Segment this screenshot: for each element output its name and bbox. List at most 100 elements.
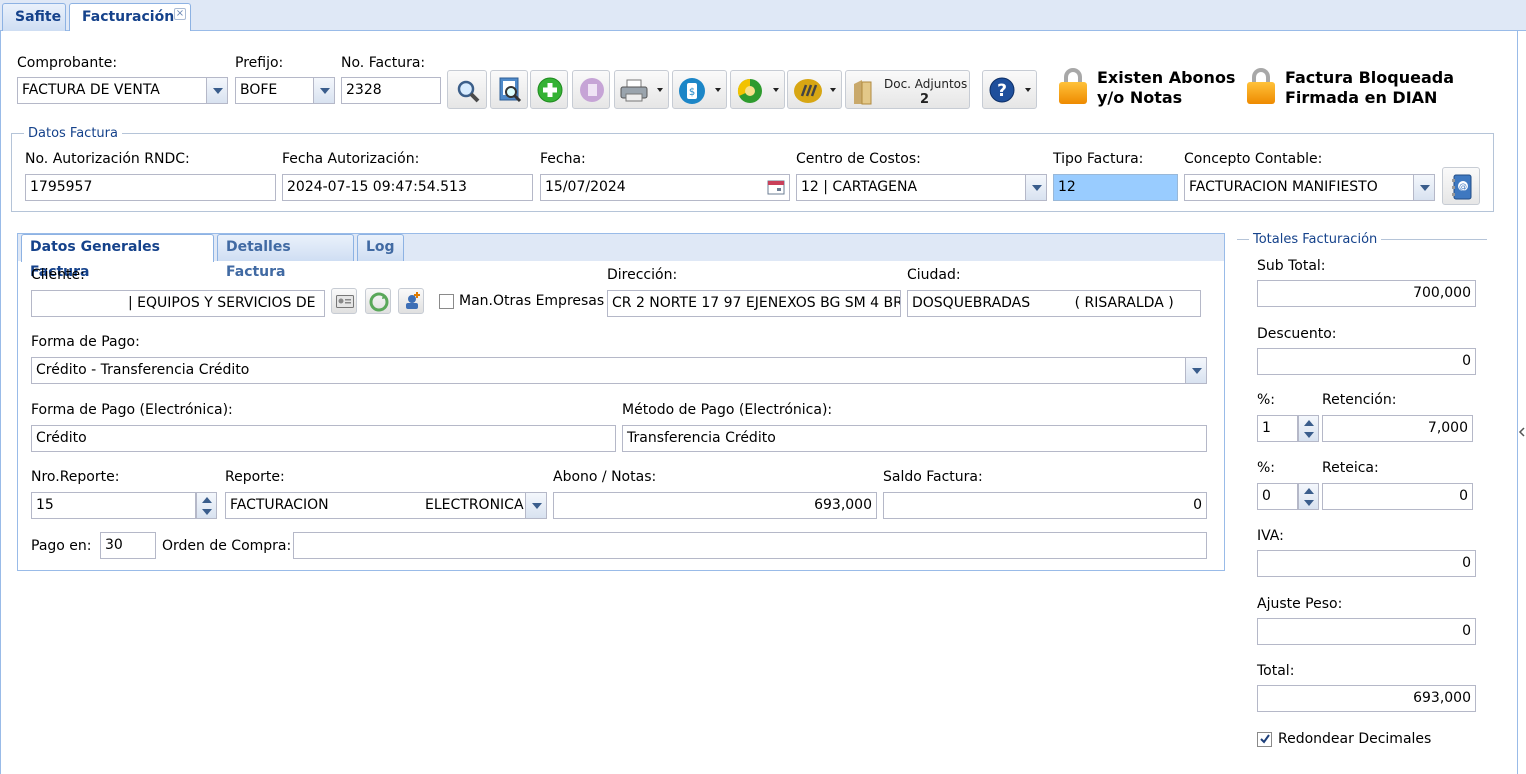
pdf-button[interactable]: [572, 70, 610, 109]
iva-label: IVA:: [1257, 528, 1284, 544]
fecha-input[interactable]: 15/07/2024: [540, 174, 790, 201]
chevron-down-icon[interactable]: [313, 78, 334, 103]
barcode-card-icon: [794, 79, 822, 103]
ciudad-input[interactable]: DOSQUEBRADAS ( RISARALDA ): [907, 290, 1201, 317]
spin-down-icon[interactable]: [1304, 432, 1314, 438]
search-button[interactable]: [447, 70, 487, 109]
abonos-notice: Existen Abonos y/o Notas: [1097, 68, 1235, 108]
collapse-handle[interactable]: [1518, 420, 1526, 444]
spin-down-icon[interactable]: [1304, 500, 1314, 506]
reporte-select[interactable]: FACTURACION ELECTRONICA: [225, 492, 547, 519]
reteica-input[interactable]: 0: [1322, 483, 1473, 510]
comprobante-select[interactable]: FACTURA DE VENTA: [17, 77, 228, 104]
direccion-input[interactable]: CR 2 NORTE 17 97 EJENEXOS BG SM 4 BRI: [607, 290, 901, 317]
tab-safite[interactable]: Safite: [2, 3, 66, 31]
spin-down-icon[interactable]: [202, 509, 212, 515]
saldo-factura-input[interactable]: 0: [883, 492, 1207, 519]
nro-reporte-input[interactable]: 15: [31, 492, 196, 519]
address-book-button[interactable]: @: [1442, 167, 1480, 205]
forma-pago-elec-label: Forma de Pago (Electrónica):: [31, 402, 233, 418]
abono-notas-input[interactable]: 693,000: [553, 492, 877, 519]
reteica-pct-input[interactable]: 0: [1257, 483, 1298, 510]
dropdown-arrow-icon: [830, 88, 836, 92]
add-user-icon: [406, 292, 420, 309]
billing-button[interactable]: $: [672, 70, 727, 109]
tab-label: Log: [366, 239, 395, 255]
reteica-pct-spinner[interactable]: [1298, 483, 1319, 510]
document-search-icon: [499, 77, 522, 103]
total-input[interactable]: 693,000: [1257, 685, 1476, 712]
bloqueada-notice: Factura Bloqueada Firmada en DIAN: [1285, 68, 1454, 108]
saldo-factura-label: Saldo Factura:: [883, 469, 983, 485]
retencion-pct-spinner[interactable]: [1298, 415, 1319, 442]
magnifier-icon: [457, 80, 480, 103]
close-tab-icon[interactable]: ×: [174, 8, 186, 20]
lock-icon: [1247, 68, 1275, 104]
tipo-factura-input[interactable]: 12: [1053, 174, 1178, 201]
refresh-client-button[interactable]: [365, 288, 391, 314]
address-book-icon: @: [1452, 174, 1472, 200]
descuento-label: Descuento:: [1257, 326, 1337, 342]
chevron-down-icon[interactable]: [1025, 175, 1046, 200]
fecha-label: Fecha:: [540, 151, 586, 167]
tab-detalles-factura[interactable]: Detalles Factura: [217, 234, 354, 280]
help-button[interactable]: ?: [982, 70, 1037, 109]
fecha-autorizacion-input[interactable]: 2024-07-15 09:47:54.513: [282, 174, 533, 201]
iva-input[interactable]: 0: [1257, 550, 1476, 577]
chevron-down-icon[interactable]: [1185, 358, 1206, 383]
man-otras-empresas-checkbox[interactable]: [439, 294, 454, 309]
ajuste-peso-label: Ajuste Peso:: [1257, 596, 1343, 612]
nofactura-input[interactable]: 2328: [341, 77, 441, 104]
ajuste-peso-input[interactable]: 0: [1257, 618, 1476, 645]
print-button[interactable]: [614, 70, 669, 109]
forma-pago-select[interactable]: Crédito - Transferencia Crédito: [31, 357, 1207, 384]
descuento-input[interactable]: 0: [1257, 348, 1476, 375]
redondear-label: Redondear Decimales: [1278, 731, 1432, 747]
chevron-down-icon[interactable]: [525, 493, 546, 518]
chevron-down-icon[interactable]: [206, 78, 227, 103]
tab-label: Safite: [15, 9, 62, 25]
nro-reporte-spinner[interactable]: [196, 492, 217, 519]
orden-compra-input[interactable]: [293, 532, 1207, 559]
bloqueada-line-2: Firmada en DIAN: [1285, 88, 1438, 107]
svg-text:@: @: [1459, 182, 1467, 191]
tab-datos-generales[interactable]: Datos Generales Factura: [21, 234, 214, 280]
concepto-contable-select[interactable]: FACTURACION MANIFIESTO: [1184, 174, 1435, 201]
spin-up-icon[interactable]: [202, 497, 212, 503]
report-chart-button[interactable]: [730, 70, 785, 109]
retencion-input[interactable]: 7,000: [1322, 415, 1473, 442]
retencion-pct-input[interactable]: 1: [1257, 415, 1298, 442]
money-bill-icon: $: [679, 78, 705, 104]
subtotal-input[interactable]: 700,000: [1257, 280, 1476, 307]
forma-pago-elec-input[interactable]: Crédito: [31, 425, 616, 452]
spin-up-icon[interactable]: [1304, 420, 1314, 426]
preview-button[interactable]: [490, 70, 528, 109]
tools-button[interactable]: [787, 70, 842, 109]
spin-up-icon[interactable]: [1304, 488, 1314, 494]
abonos-line-2: y/o Notas: [1097, 88, 1183, 107]
prefijo-label: Prefijo:: [235, 55, 284, 71]
tab-facturacion[interactable]: Facturación ×: [69, 3, 191, 32]
pago-en-input[interactable]: 30: [100, 532, 156, 559]
centro-costos-select[interactable]: 12 | CARTAGENA: [796, 174, 1047, 201]
chevron-down-icon[interactable]: [1413, 175, 1434, 200]
comprobante-value: FACTURA DE VENTA: [22, 82, 160, 98]
metodo-pago-input[interactable]: Transferencia Crédito: [622, 425, 1207, 452]
subtotal-label: Sub Total:: [1257, 258, 1326, 274]
reporte-value-b: ELECTRONICA: [425, 497, 524, 513]
add-button[interactable]: [530, 70, 568, 109]
calendar-icon[interactable]: [767, 179, 785, 195]
add-client-button[interactable]: [398, 288, 424, 314]
redondear-checkbox[interactable]: [1257, 732, 1272, 747]
client-card-button[interactable]: [331, 288, 357, 314]
retencion-label: Retención:: [1322, 392, 1397, 408]
cliente-input[interactable]: | EQUIPOS Y SERVICIOS DE: [31, 290, 325, 317]
checkmark-icon: [1260, 734, 1270, 744]
abono-notas-label: Abono / Notas:: [553, 469, 657, 485]
rndc-input[interactable]: 1795957: [25, 174, 276, 201]
doc-adjuntos-button[interactable]: Doc. Adjuntos 2: [845, 70, 970, 109]
prefijo-select[interactable]: BOFE: [235, 77, 335, 104]
tab-log[interactable]: Log: [357, 234, 404, 261]
tab-strip: Safite Facturación ×: [0, 0, 1526, 32]
reteica-label: Reteica:: [1322, 460, 1379, 476]
